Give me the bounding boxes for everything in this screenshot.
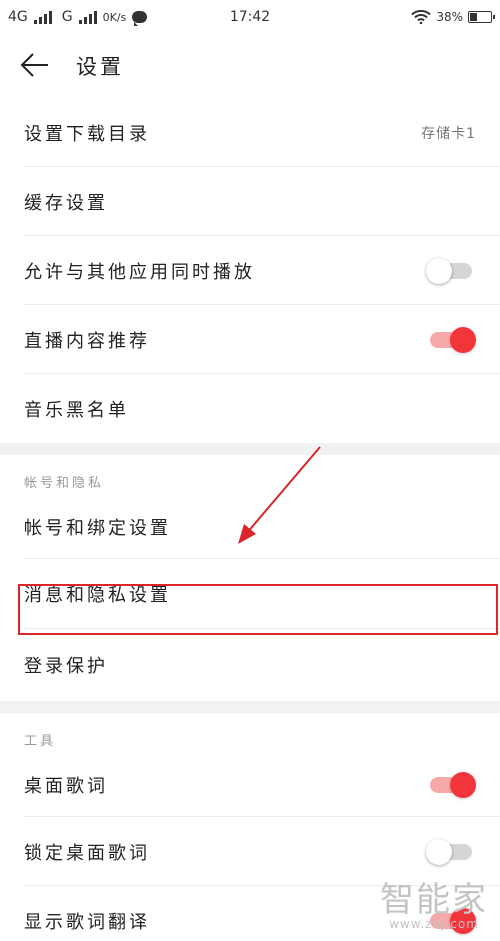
live-recommend-toggle[interactable] [426, 326, 476, 354]
item-label: 登录保护 [24, 656, 108, 677]
network-speed: 0K/s [102, 10, 127, 24]
section-header-tools: 工具 [24, 734, 57, 749]
battery-percent: 38% [436, 10, 463, 24]
signal-icon [78, 10, 97, 24]
download-directory-item[interactable]: 设置下载目录 存储卡1 [0, 98, 500, 167]
section-header-account: 帐号和隐私 [24, 476, 105, 491]
lock-desktop-lyrics-item: 锁定桌面歌词 [0, 817, 500, 886]
message-privacy-item[interactable]: 消息和隐私设置 [0, 559, 500, 629]
cache-settings-item[interactable]: 缓存设置 [0, 167, 500, 236]
item-label: 缓存设置 [24, 192, 108, 214]
network-label-g: G [61, 9, 73, 25]
item-label: 桌面歌词 [24, 776, 108, 797]
music-blacklist-item[interactable]: 音乐黑名单 [0, 374, 500, 443]
chat-bubble-icon [132, 11, 148, 26]
app-header: 设置 [0, 34, 500, 98]
item-label: 设置下载目录 [24, 123, 150, 145]
lock-desktop-lyrics-toggle[interactable] [426, 838, 476, 866]
arrow-left-icon[interactable] [14, 44, 58, 88]
download-directory-value: 存储卡1 [421, 125, 476, 142]
settings-list: 设置下载目录 存储卡1 缓存设置 允许与其他应用同时播放 直播内容推荐 音乐黑名… [0, 98, 500, 941]
account-binding-item[interactable]: 帐号和绑定设置 [0, 495, 500, 559]
item-label: 帐号和绑定设置 [24, 518, 171, 539]
live-recommend-item: 直播内容推荐 [0, 305, 500, 374]
show-translation-toggle[interactable] [426, 907, 476, 935]
mix-play-item: 允许与其他应用同时播放 [0, 236, 500, 305]
item-label: 直播内容推荐 [24, 330, 150, 352]
page-title: 设置 [76, 55, 124, 79]
item-label: 允许与其他应用同时播放 [24, 261, 255, 283]
desktop-lyrics-toggle[interactable] [426, 771, 476, 799]
network-label-4g: 4G [8, 9, 28, 25]
login-protect-item[interactable]: 登录保护 [0, 629, 500, 701]
item-label: 消息和隐私设置 [24, 585, 171, 606]
item-label: 音乐黑名单 [24, 399, 129, 421]
wifi-icon [411, 10, 432, 24]
status-left: 4G G 0K/s [8, 9, 411, 26]
desktop-lyrics-item: 桌面歌词 [0, 753, 500, 817]
status-bar: 4G G 0K/s 17:42 38% [0, 0, 500, 34]
item-label: 锁定桌面歌词 [24, 842, 150, 864]
item-label: 显示歌词翻译 [24, 911, 150, 933]
mix-play-toggle[interactable] [426, 257, 476, 285]
battery-icon [468, 11, 495, 23]
signal-icon [33, 10, 52, 24]
show-translation-item: 显示歌词翻译 [0, 886, 500, 941]
status-right: 38% [411, 10, 495, 24]
section-gap [0, 701, 500, 713]
section-gap [0, 443, 500, 455]
